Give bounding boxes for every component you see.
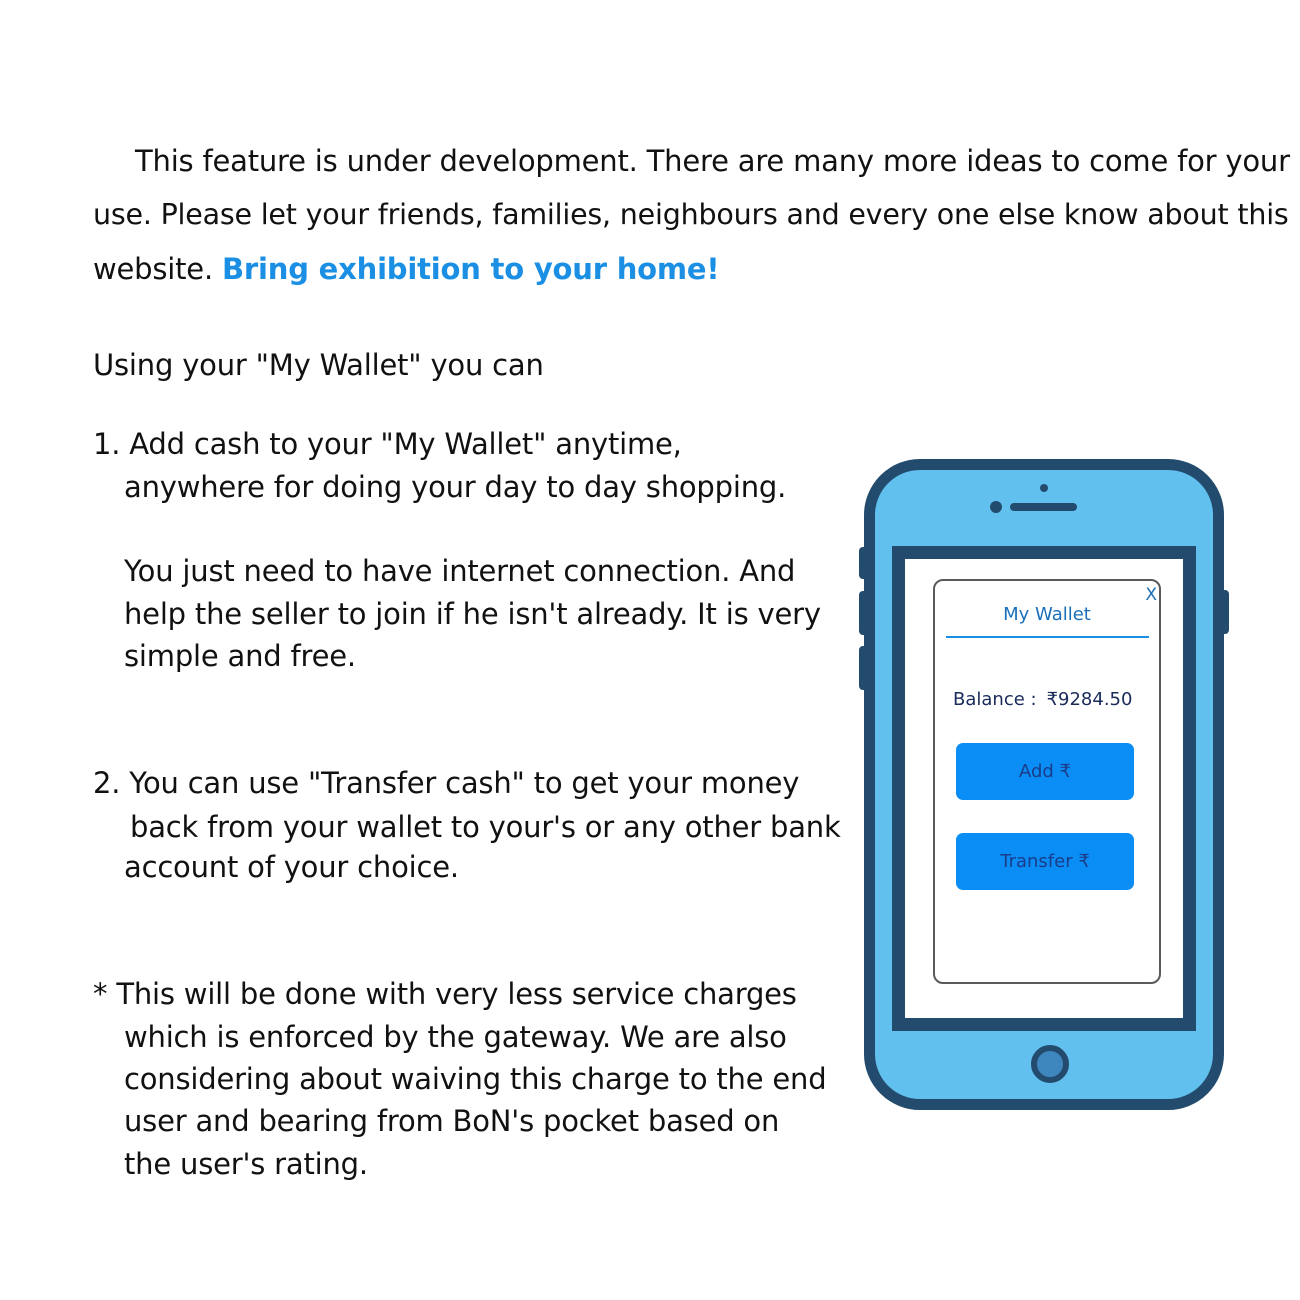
footnote-line-2: which is enforced by the gateway. We are… [124,1020,787,1054]
footnote-line-3: considering about waiving this charge to… [124,1062,827,1096]
intro-line-3: website. Bring exhibition to your home! [93,252,720,286]
intro-line-2: use. Please let your friends, families, … [93,198,1289,231]
wallet-title: My Wallet [1003,604,1091,625]
footnote-line-5: the user's rating. [124,1147,368,1181]
balance-value: ₹9284.50 [1046,689,1133,710]
transfer-cash-button[interactable]: Transfer ₹ [956,833,1134,890]
point-2-line-2: back from your wallet to your's or any o… [130,810,841,844]
footnote-line-1: * This will be done with very less servi… [93,977,797,1011]
balance-label: Balance : [953,689,1037,710]
highlight-tagline: Bring exhibition to your home! [222,252,720,286]
wallet-intro-text: Using your "My Wallet" you can [93,348,544,382]
point-1-note-line-3: simple and free. [124,639,356,673]
add-cash-button[interactable]: Add ₹ [956,743,1134,800]
my-wallet-dialog: My Wallet X Balance : ₹9284.50 Add ₹ Tran… [933,579,1161,984]
point-1-line-2: anywhere for doing your day to day shopp… [124,470,787,504]
phone-speaker-grille [1010,503,1077,511]
intro-line-1: This feature is under development. There… [135,144,1290,178]
close-icon[interactable]: X [1145,585,1157,605]
footnote-line-4: user and bearing from BoN's pocket based… [124,1104,780,1138]
phone-screen: My Wallet X Balance : ₹9284.50 Add ₹ Tran… [892,546,1196,1031]
point-1-note-line-1: You just need to have internet connectio… [124,554,796,588]
phone-camera-dot [1040,484,1048,492]
intro-line-3-prefix: website. [93,252,213,286]
point-1-note-line-2: help the seller to join if he isn't alre… [124,597,821,631]
wallet-title-underline [946,636,1149,638]
point-2-line-3: account of your choice. [124,850,459,884]
point-2-line-1: 2. You can use "Transfer cash" to get yo… [93,766,800,800]
phone-sensor-dot [990,501,1002,513]
phone-home-button [1031,1045,1069,1083]
phone-illustration: My Wallet X Balance : ₹9284.50 Add ₹ Tran… [864,459,1224,1110]
point-1-line-1: 1. Add cash to your "My Wallet" anytime, [93,427,682,461]
wallet-balance: Balance : ₹9284.50 [953,689,1132,710]
